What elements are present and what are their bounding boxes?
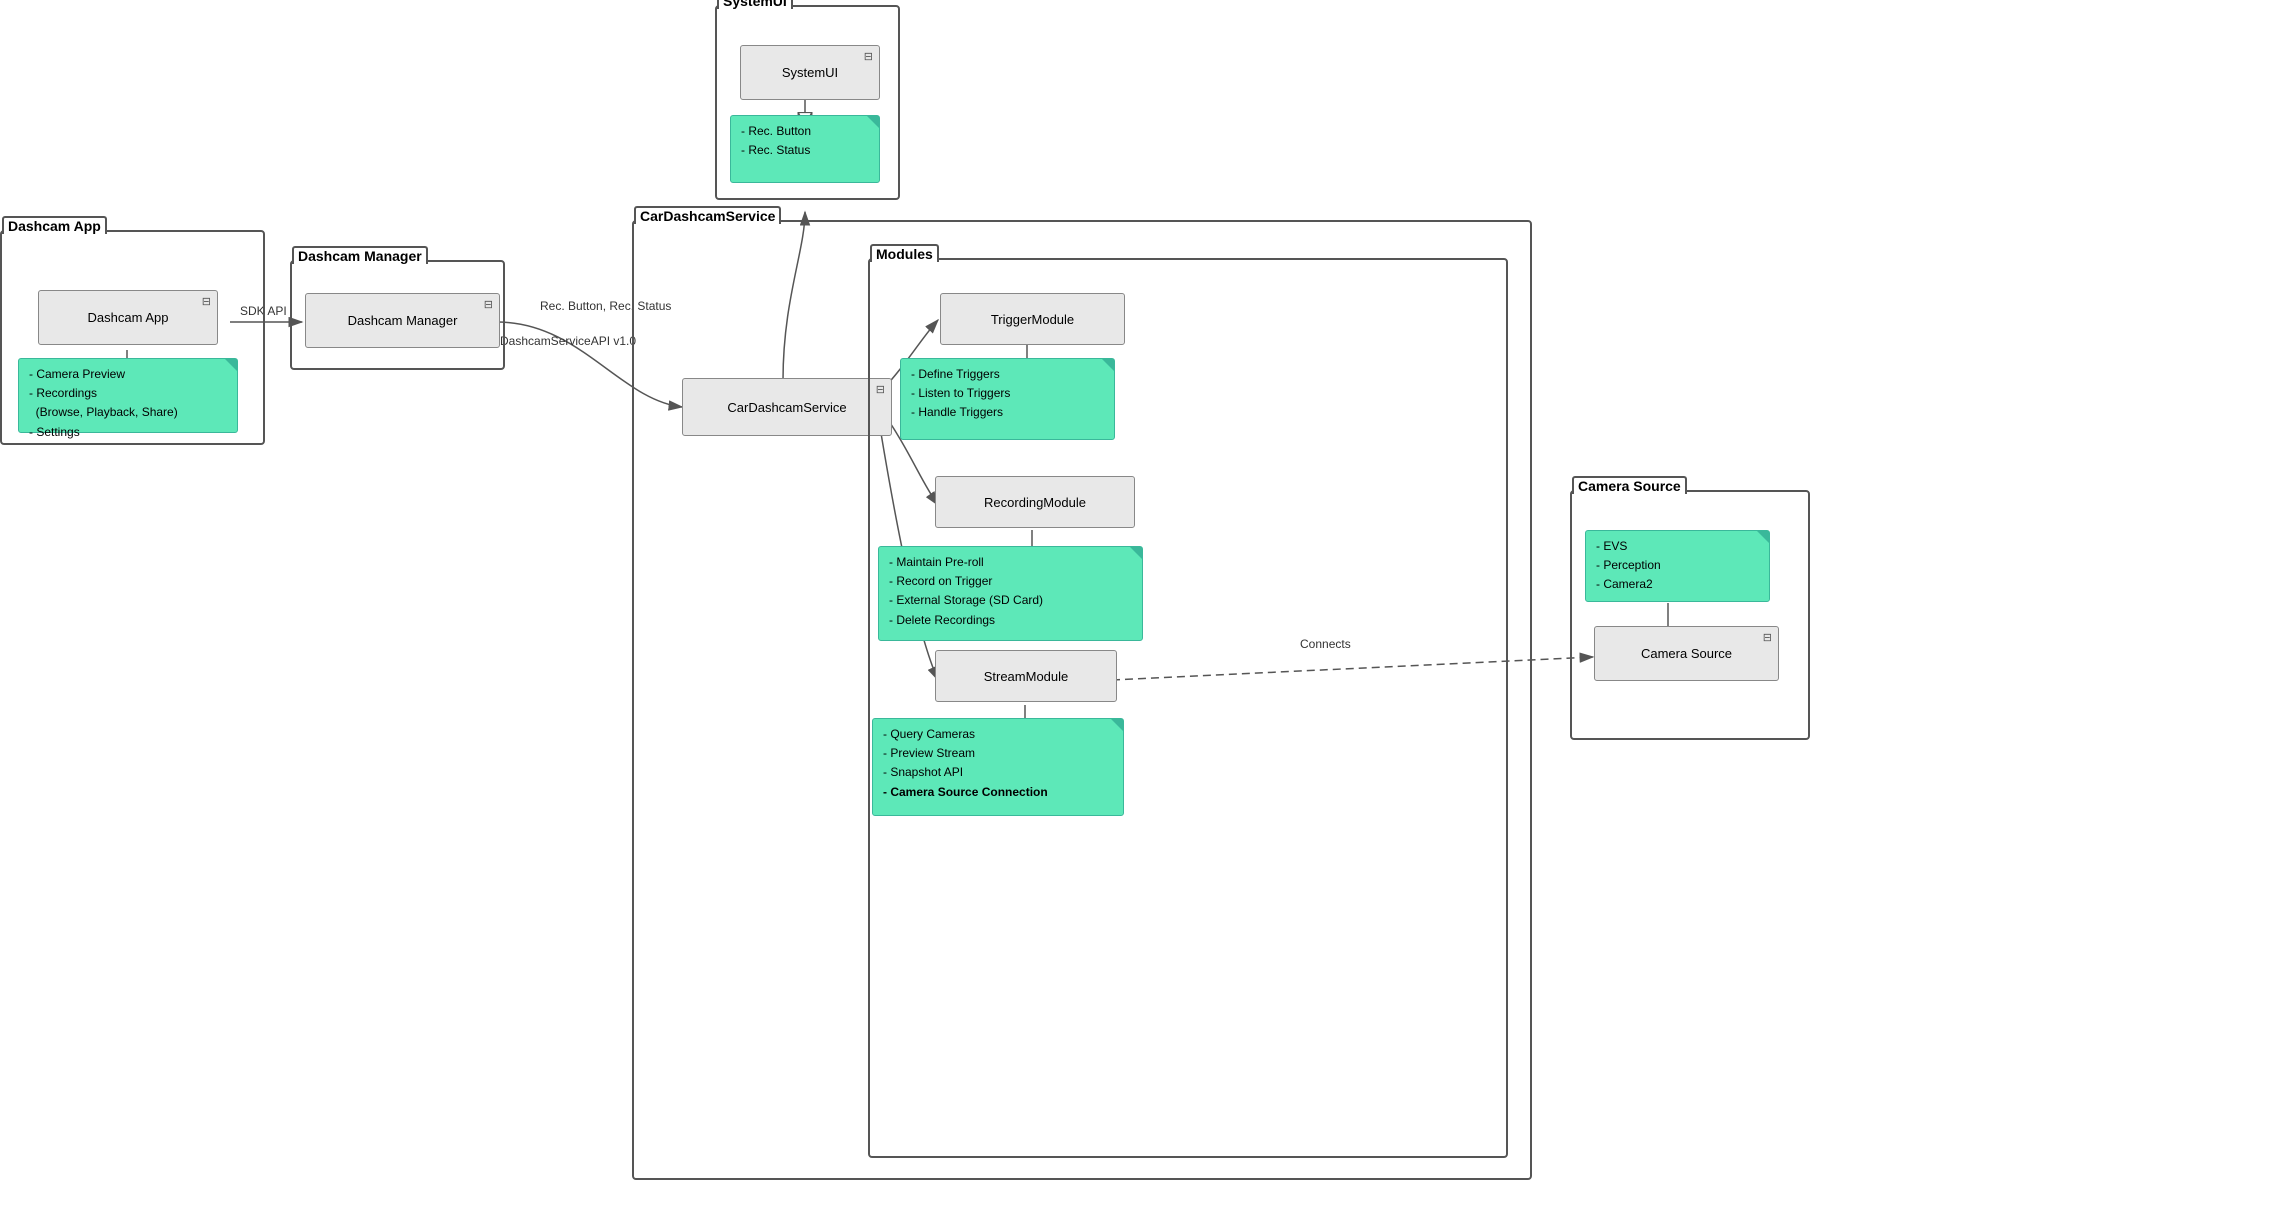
diagram-container: SDK API DashcamServiceAPI v1.0 Rec. Butt… xyxy=(0,0,2286,1208)
object-dashcam-manager: ⊟ Dashcam Manager xyxy=(305,293,500,348)
note-line: - EVS xyxy=(1596,537,1759,556)
note-line: - Camera Preview xyxy=(29,365,227,384)
object-label-stream-module: StreamModule xyxy=(984,669,1069,684)
package-label-systemui: SystemUI xyxy=(717,0,793,9)
note-camera-source: - EVS - Perception - Camera2 xyxy=(1585,530,1770,602)
note-line: - Rec. Button xyxy=(741,122,869,141)
note-line: - Camera Source Connection xyxy=(883,783,1113,802)
note-dashcam-app: - Camera Preview - Recordings (Browse, P… xyxy=(18,358,238,433)
package-label-camera-source: Camera Source xyxy=(1572,476,1687,494)
object-camera-source: ⊟ Camera Source xyxy=(1594,626,1779,681)
object-label-trigger-module: TriggerModule xyxy=(991,312,1074,327)
object-label-systemui: SystemUI xyxy=(782,65,838,80)
label-dashcam-service-api: DashcamServiceAPI v1.0 xyxy=(500,334,636,348)
package-camera-source: Camera Source xyxy=(1570,490,1810,740)
object-label-recording-module: RecordingModule xyxy=(984,495,1086,510)
note-line: - Delete Recordings xyxy=(889,611,1132,630)
note-stream: - Query Cameras - Preview Stream - Snaps… xyxy=(872,718,1124,816)
note-line: - External Storage (SD Card) xyxy=(889,591,1132,610)
note-line: - Define Triggers xyxy=(911,365,1104,384)
note-line: - Recordings xyxy=(29,384,227,403)
note-line: - Preview Stream xyxy=(883,744,1113,763)
package-label-dashcam-app: Dashcam App xyxy=(2,216,107,234)
note-line: - Maintain Pre-roll xyxy=(889,553,1132,572)
note-line: - Settings xyxy=(29,423,227,442)
uml-icon-dashcam-app: ⊟ xyxy=(202,295,211,308)
package-label-car-dashcam-service: CarDashcamService xyxy=(634,206,781,224)
object-stream-module: StreamModule xyxy=(935,650,1117,702)
uml-icon-camera-source: ⊟ xyxy=(1763,631,1772,644)
object-label-dashcam-manager: Dashcam Manager xyxy=(348,313,458,328)
object-label-car-dashcam-service: CarDashcamService xyxy=(727,400,846,415)
object-dashcam-app: ⊟ Dashcam App xyxy=(38,290,218,345)
object-trigger-module: TriggerModule xyxy=(940,293,1125,345)
note-line: - Rec. Status xyxy=(741,141,869,160)
object-car-dashcam-service: ⊟ CarDashcamService xyxy=(682,378,892,436)
note-line: (Browse, Playback, Share) xyxy=(29,403,227,422)
note-line: - Snapshot API xyxy=(883,763,1113,782)
note-line: - Camera2 xyxy=(1596,575,1759,594)
note-line: - Query Cameras xyxy=(883,725,1113,744)
object-label-dashcam-app: Dashcam App xyxy=(88,310,169,325)
object-systemui: ⊟ SystemUI xyxy=(740,45,880,100)
note-line: - Handle Triggers xyxy=(911,403,1104,422)
object-label-camera-source: Camera Source xyxy=(1641,646,1732,661)
note-systemui: - Rec. Button - Rec. Status xyxy=(730,115,880,183)
note-recording: - Maintain Pre-roll - Record on Trigger … xyxy=(878,546,1143,641)
package-label-modules: Modules xyxy=(870,244,939,262)
uml-icon-dashcam-manager: ⊟ xyxy=(484,298,493,311)
object-recording-module: RecordingModule xyxy=(935,476,1135,528)
note-trigger: - Define Triggers - Listen to Triggers -… xyxy=(900,358,1115,440)
uml-icon-systemui: ⊟ xyxy=(864,50,873,63)
note-line: - Record on Trigger xyxy=(889,572,1132,591)
note-line: - Perception xyxy=(1596,556,1759,575)
note-line: - Listen to Triggers xyxy=(911,384,1104,403)
package-label-dashcam-manager: Dashcam Manager xyxy=(292,246,428,264)
